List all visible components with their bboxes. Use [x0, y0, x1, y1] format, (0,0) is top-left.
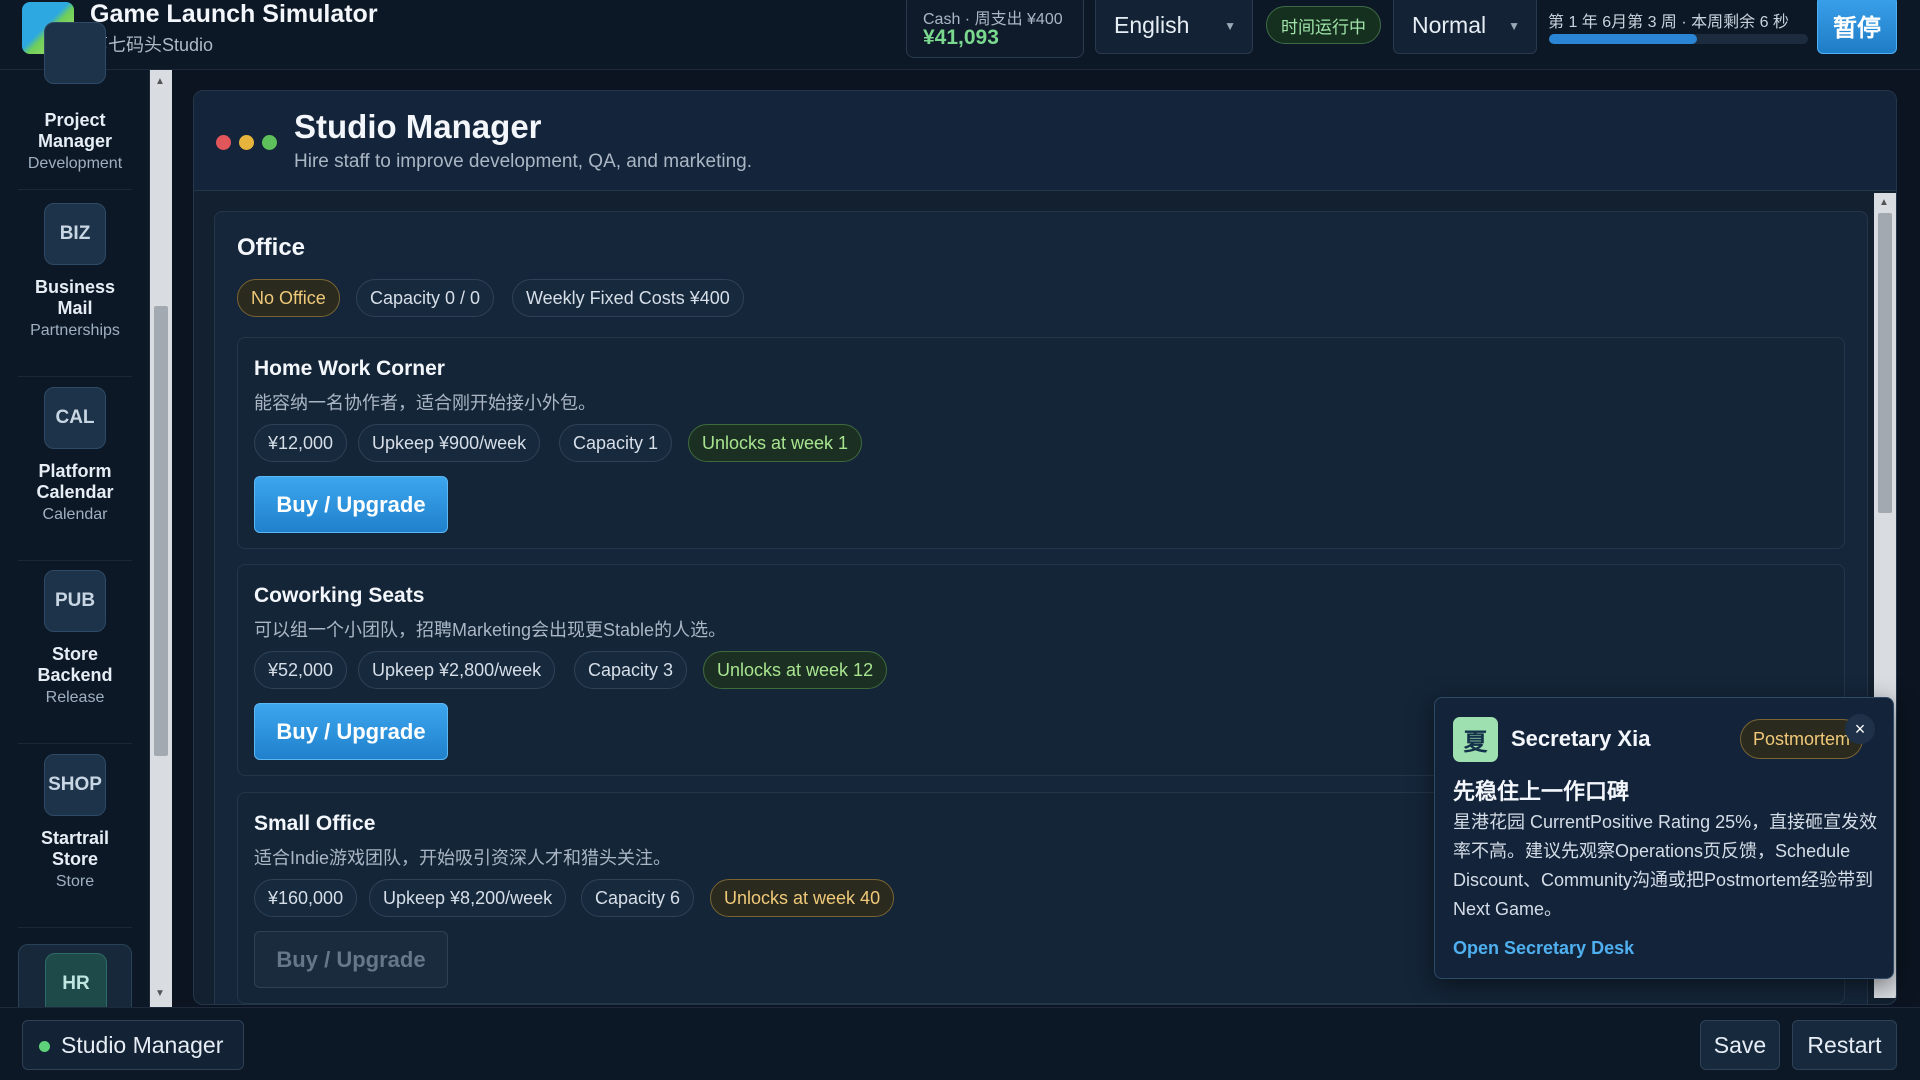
app-sidebar: Project Manager Development BIZ Business…: [0, 22, 150, 1024]
sidebar-item-category: Store: [55, 873, 95, 890]
sidebar-item-category: Development: [27, 155, 123, 172]
sidebar-item-project-manager[interactable]: Project Manager Development: [18, 14, 132, 190]
open-secretary-desk-link[interactable]: Open Secretary Desk: [1453, 938, 1634, 959]
scroll-up-icon[interactable]: ▲: [1879, 197, 1889, 208]
week-progress-fill: [1549, 34, 1697, 44]
cash-value: ¥41,093: [923, 26, 999, 49]
language-select[interactable]: English ▼: [1095, 0, 1253, 54]
window-title: Studio Manager: [294, 108, 542, 145]
top-bar: Game Launch Simulator 第七码头Studio Cash · …: [0, 0, 1920, 70]
sidebar-item-store-backend[interactable]: PUB Store Backend Release: [18, 568, 132, 744]
calendar-icon: CAL: [44, 387, 106, 449]
minimize-window-dot[interactable]: [239, 135, 254, 150]
secretary-avatar: 夏: [1453, 717, 1498, 762]
pause-button[interactable]: 暂停: [1817, 0, 1897, 54]
secretary-message: 星港花园 CurrentPositive Rating 25%，直接砸宣发效率不…: [1453, 812, 1878, 919]
tier-description: 适合Indie游戏团队，开始吸引资深人才和猎头关注。: [254, 848, 672, 868]
project-manager-icon: [44, 22, 106, 84]
office-status-badge: No Office: [237, 279, 340, 317]
tier-unlock-badge: Unlocks at week 40: [710, 879, 895, 917]
office-title: Office: [237, 234, 306, 261]
language-value: English: [1114, 11, 1190, 38]
secretary-name: Secretary Xia: [1511, 726, 1651, 751]
tier-capacity-badge: Capacity 3: [574, 651, 688, 689]
tier-description: 可以组一个小团队，招聘Marketing会出现更Stable的人选。: [254, 620, 727, 640]
taskbar-studio-manager[interactable]: Studio Manager: [22, 1020, 244, 1070]
tier-price-badge: ¥160,000: [254, 879, 358, 917]
close-window-dot[interactable]: [216, 135, 231, 150]
taskbar-label: Studio Manager: [61, 1031, 224, 1058]
game-time: 第 1 年 6月第 3 周 · 本周剩余 6 秒: [1548, 14, 1789, 31]
chevron-down-icon: ▼: [1224, 19, 1236, 33]
window-subtitle: Hire staff to improve development, QA, a…: [294, 151, 752, 172]
app-title: Game Launch Simulator: [90, 0, 378, 28]
sidebar-item-label: Business Mail: [34, 277, 116, 318]
tier-price-badge: ¥52,000: [254, 651, 348, 689]
cash-display: Cash · 周支出 ¥400 ¥41,093: [906, 0, 1084, 58]
restart-button[interactable]: Restart: [1792, 1020, 1897, 1070]
office-capacity-badge: Capacity 0 / 0: [356, 279, 495, 317]
scroll-up-icon[interactable]: ▲: [155, 76, 165, 87]
speed-value: Normal: [1412, 11, 1487, 38]
tier-name: Small Office: [254, 812, 376, 835]
active-status-dot-icon: [39, 1041, 50, 1052]
sidebar-item-category: Release: [45, 689, 105, 706]
tier-upkeep-badge: Upkeep ¥900/week: [358, 424, 541, 462]
maximize-window-dot[interactable]: [262, 135, 277, 150]
sidebar-item-business-mail[interactable]: BIZ Business Mail Partnerships: [18, 201, 132, 377]
week-progress-bar: [1549, 34, 1808, 44]
scrollbar-thumb[interactable]: [1878, 213, 1892, 513]
secretary-headline: 先稳住上一作口碑: [1453, 779, 1630, 804]
tier-name: Coworking Seats: [254, 584, 425, 607]
tier-unlock-badge: Unlocks at week 12: [703, 651, 888, 689]
sidebar-item-label: Startrail Store: [40, 828, 110, 869]
tier-description: 能容纳一名协作者，适合刚开始接小外包。: [254, 393, 596, 413]
sidebar-item-category: Calendar: [42, 506, 108, 523]
tier-price-badge: ¥12,000: [254, 424, 348, 462]
time-running-badge: 时间运行中: [1266, 6, 1381, 44]
buy-upgrade-button[interactable]: Buy / Upgrade: [254, 703, 448, 760]
sidebar-item-category: Partnerships: [30, 322, 120, 339]
tier-upkeep-badge: Upkeep ¥8,200/week: [369, 879, 567, 917]
business-mail-icon: BIZ: [44, 203, 106, 265]
tier-unlock-badge: Unlocks at week 1: [688, 424, 863, 462]
bottom-bar: Studio Manager Save Restart: [0, 1007, 1920, 1080]
tier-capacity-badge: Capacity 1: [559, 424, 673, 462]
chevron-down-icon: ▼: [1508, 19, 1520, 33]
shop-icon: SHOP: [44, 754, 106, 816]
save-button[interactable]: Save: [1700, 1020, 1780, 1070]
tier-upkeep-badge: Upkeep ¥2,800/week: [358, 651, 556, 689]
close-icon[interactable]: ×: [1845, 714, 1875, 744]
sidebar-item-label: Project Manager: [37, 110, 113, 151]
sidebar-item-startrail-store[interactable]: SHOP Startrail Store Store: [18, 752, 132, 928]
scroll-down-icon[interactable]: ▼: [155, 988, 165, 999]
scrollbar-thumb[interactable]: [154, 306, 168, 756]
tier-name: Home Work Corner: [254, 357, 445, 380]
sidebar-scrollbar[interactable]: ▲ ▼: [150, 70, 172, 1007]
publish-icon: PUB: [44, 570, 106, 632]
buy-upgrade-button[interactable]: Buy / Upgrade: [254, 476, 448, 533]
secretary-popup: 夏 Secretary Xia Postmortem × 先稳住上一作口碑 星港…: [1434, 697, 1894, 979]
tier-capacity-badge: Capacity 6: [581, 879, 695, 917]
window-header: Studio Manager Hire staff to improve dev…: [194, 91, 1896, 191]
speed-select[interactable]: Normal ▼: [1393, 0, 1537, 54]
sidebar-item-platform-calendar[interactable]: CAL Platform Calendar Calendar: [18, 385, 132, 561]
office-tier-card: Home Work Corner 能容纳一名协作者，适合刚开始接小外包。 ¥12…: [237, 337, 1845, 549]
buy-upgrade-button[interactable]: Buy / Upgrade: [254, 931, 448, 988]
hr-icon: HR: [45, 953, 107, 1015]
sidebar-item-label: Store Backend: [37, 644, 113, 685]
office-fixed-costs-badge: Weekly Fixed Costs ¥400: [512, 279, 744, 317]
sidebar-item-label: Platform Calendar: [36, 461, 114, 502]
